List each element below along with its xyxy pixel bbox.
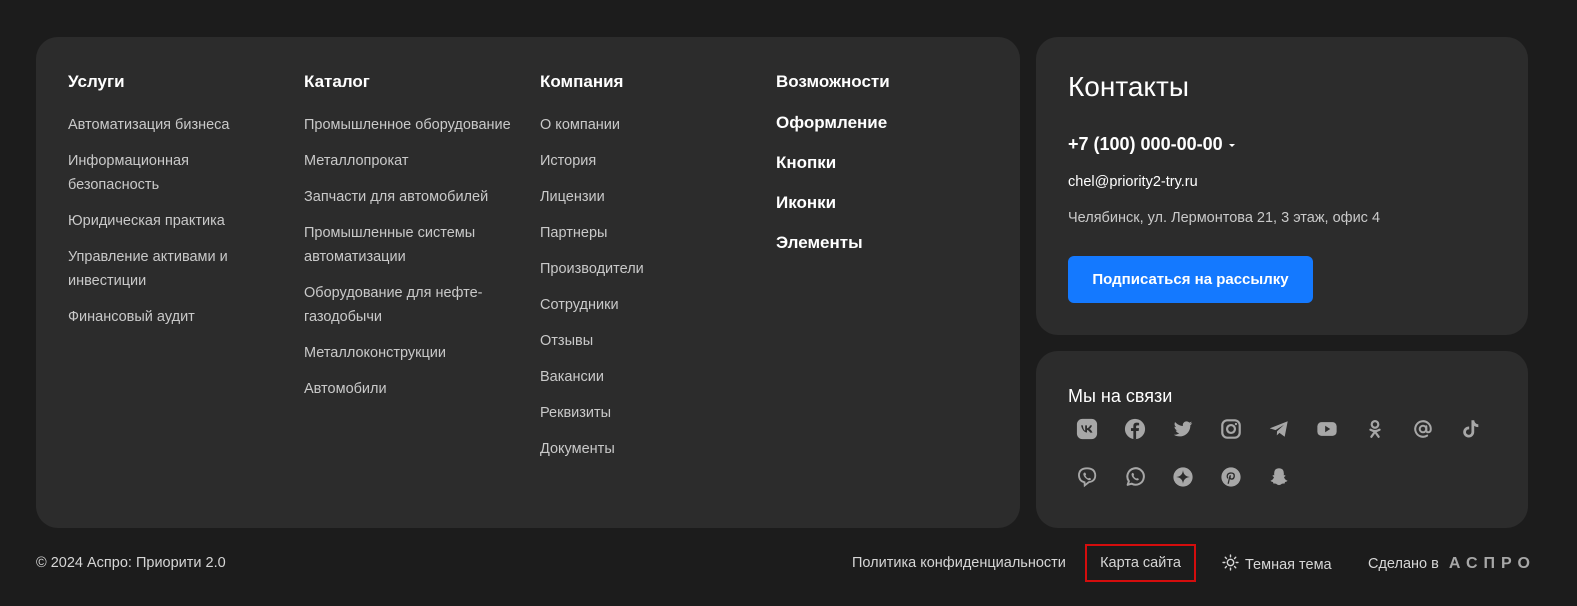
whatsapp-icon[interactable]: [1123, 465, 1147, 489]
company-link[interactable]: Лицензии: [540, 185, 750, 209]
youtube-icon[interactable]: [1315, 417, 1339, 441]
odnoklassniki-icon[interactable]: [1363, 417, 1387, 441]
made-by-label: Сделано в: [1368, 556, 1439, 572]
made-by: Сделано в АСПРО: [1368, 555, 1536, 573]
contacts-title: Контакты: [1068, 71, 1189, 102]
services-link[interactable]: Юридическая практика: [68, 209, 278, 233]
services-link[interactable]: Автоматизация бизнеса: [68, 113, 278, 137]
mail-icon[interactable]: [1411, 417, 1435, 441]
catalog-link[interactable]: Металлопрокат: [304, 149, 514, 173]
social-panel: Мы на связи: [1036, 351, 1528, 528]
services-column: Услуги Автоматизация бизнеса Информацион…: [68, 73, 278, 341]
features-column: Возможности Оформление Кнопки Иконки Эле…: [776, 73, 986, 273]
features-heading[interactable]: Возможности: [776, 73, 986, 91]
aspro-logo[interactable]: АСПРО: [1449, 555, 1536, 573]
facebook-icon[interactable]: [1123, 417, 1147, 441]
phone-dropdown[interactable]: +7 (100) 000-00-00: [1068, 134, 1235, 155]
zen-icon[interactable]: [1171, 465, 1195, 489]
email-link[interactable]: chel@priority2-try.ru: [1068, 174, 1198, 190]
instagram-icon[interactable]: [1219, 417, 1243, 441]
sitemap-link[interactable]: Карта сайта: [1085, 544, 1196, 582]
catalog-link[interactable]: Промышленное оборудование: [304, 113, 514, 137]
catalog-link[interactable]: Промышленные системы автоматизации: [304, 221, 514, 269]
sitemap-label[interactable]: Карта сайта: [1100, 555, 1181, 571]
services-link[interactable]: Информационная безопасность: [68, 149, 278, 197]
catalog-column: Каталог Промышленное оборудование Металл…: [304, 73, 514, 413]
vk-icon[interactable]: [1075, 417, 1099, 441]
pinterest-icon[interactable]: [1219, 465, 1243, 489]
services-link[interactable]: Управление активами и инвестиции: [68, 245, 278, 293]
company-link[interactable]: Отзывы: [540, 329, 750, 353]
company-link[interactable]: Документы: [540, 437, 750, 461]
address-text: Челябинск, ул. Лермонтова 21, 3 этаж, оф…: [1068, 210, 1381, 226]
privacy-policy-link[interactable]: Политика конфиденциальности: [852, 555, 1066, 571]
tiktok-icon[interactable]: [1459, 417, 1483, 441]
sun-icon[interactable]: [1222, 554, 1239, 575]
company-column: Компания О компании История Лицензии Пар…: [540, 73, 750, 473]
features-link[interactable]: Кнопки: [776, 153, 986, 173]
features-link[interactable]: Оформление: [776, 113, 986, 133]
features-link[interactable]: Элементы: [776, 233, 986, 253]
features-link[interactable]: Иконки: [776, 193, 986, 213]
twitter-icon[interactable]: [1171, 417, 1195, 441]
footer-bar: © 2024 Аспро: Приорити 2.0 Политика конф…: [0, 540, 1577, 586]
viber-icon[interactable]: [1075, 465, 1099, 489]
phone-number[interactable]: +7 (100) 000-00-00: [1068, 134, 1223, 154]
contacts-panel: Контакты +7 (100) 000-00-00 chel@priorit…: [1036, 37, 1528, 335]
catalog-link[interactable]: Автомобили: [304, 377, 514, 401]
company-link[interactable]: Вакансии: [540, 365, 750, 389]
chevron-down-icon[interactable]: [1228, 143, 1235, 147]
theme-toggle[interactable]: Темная тема: [1222, 554, 1332, 575]
services-heading[interactable]: Услуги: [68, 73, 278, 91]
social-title: Мы на связи: [1068, 386, 1173, 406]
catalog-heading[interactable]: Каталог: [304, 73, 514, 91]
catalog-link[interactable]: Оборудование для нефте-газодобычи: [304, 281, 514, 329]
telegram-icon[interactable]: [1267, 417, 1291, 441]
services-link[interactable]: Финансовый аудит: [68, 305, 278, 329]
footer-links-panel: Услуги Автоматизация бизнеса Информацион…: [36, 37, 1020, 528]
snapchat-icon[interactable]: [1267, 465, 1291, 489]
company-link[interactable]: Сотрудники: [540, 293, 750, 317]
company-link[interactable]: История: [540, 149, 750, 173]
company-link[interactable]: Производители: [540, 257, 750, 281]
catalog-link[interactable]: Запчасти для автомобилей: [304, 185, 514, 209]
company-heading[interactable]: Компания: [540, 73, 750, 91]
company-link[interactable]: Реквизиты: [540, 401, 750, 425]
catalog-link[interactable]: Металлоконструкции: [304, 341, 514, 365]
company-link[interactable]: О компании: [540, 113, 750, 137]
theme-label[interactable]: Темная тема: [1245, 557, 1332, 573]
company-link[interactable]: Партнеры: [540, 221, 750, 245]
subscribe-button[interactable]: Подписаться на рассылку: [1068, 256, 1313, 303]
copyright-text: © 2024 Аспро: Приорити 2.0: [36, 555, 226, 571]
